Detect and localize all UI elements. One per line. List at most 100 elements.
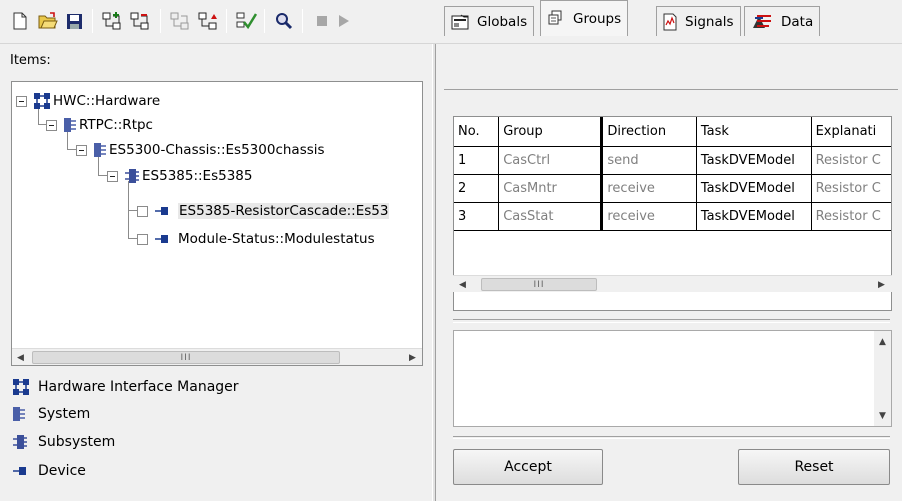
tree-node-es5300-chassis[interactable]: ES5300-Chassis::Es5300chassis bbox=[76, 139, 325, 161]
cell-direction[interactable]: send bbox=[601, 146, 697, 175]
tree-node-label: ES5385::Es5385 bbox=[142, 168, 253, 184]
grid-horizontal-scrollbar[interactable]: ◀ III ▶ bbox=[453, 275, 892, 292]
table-row[interactable]: 3 CasStat receive TaskDVEModel Resistor … bbox=[454, 202, 891, 231]
reset-button-label: Reset bbox=[794, 459, 834, 475]
cell-task[interactable]: TaskDVEModel bbox=[696, 202, 812, 231]
tree-node-label: Module-Status::Modulestatus bbox=[178, 231, 375, 247]
tab-signals[interactable]: Signals bbox=[656, 6, 741, 36]
new-icon[interactable] bbox=[8, 10, 32, 32]
hardware-interface-manager-icon bbox=[33, 92, 51, 110]
tab-globals[interactable]: Globals bbox=[444, 6, 535, 36]
collapse-toggle[interactable] bbox=[76, 144, 87, 156]
tab-data[interactable]: Data bbox=[744, 6, 821, 36]
scroll-right-icon[interactable]: ▶ bbox=[404, 349, 421, 365]
save-icon[interactable] bbox=[62, 10, 86, 32]
cell-direction[interactable]: receive bbox=[601, 174, 697, 203]
cell-explanation[interactable]: Resistor C bbox=[811, 146, 891, 175]
scroll-left-icon[interactable]: ◀ bbox=[12, 349, 29, 365]
subsystem-icon bbox=[12, 434, 32, 450]
legend-label: Hardware Interface Manager bbox=[38, 379, 239, 395]
cell-task[interactable]: TaskDVEModel bbox=[696, 146, 812, 175]
remove-group-icon[interactable] bbox=[128, 10, 152, 32]
check-icon[interactable] bbox=[234, 10, 258, 32]
search-icon[interactable] bbox=[272, 10, 296, 32]
explanation-text-area[interactable]: ▲ ▼ bbox=[453, 330, 892, 427]
tree-node-module-status[interactable]: Module-Status::Modulestatus bbox=[137, 228, 375, 250]
scroll-thumb[interactable]: III bbox=[32, 351, 340, 364]
tree-node-label: ES5300-Chassis::Es5300chassis bbox=[109, 142, 325, 158]
items-tree[interactable]: HWC::Hardware RTPC::Rtpc ES5300-Chassis:… bbox=[11, 81, 423, 366]
open-icon[interactable] bbox=[36, 10, 60, 32]
hardware-interface-manager-icon bbox=[12, 378, 32, 396]
cell-explanation[interactable]: Resistor C bbox=[811, 202, 891, 231]
legend-label: Subsystem bbox=[38, 434, 116, 450]
cell-group[interactable]: CasStat bbox=[498, 202, 604, 231]
vertical-scrollbar[interactable]: ▲ ▼ bbox=[874, 331, 891, 426]
tab-groups[interactable]: Groups bbox=[540, 0, 629, 36]
system-icon bbox=[12, 406, 32, 422]
collapse-toggle[interactable] bbox=[107, 170, 118, 182]
column-header-no[interactable]: No. bbox=[454, 117, 500, 147]
signals-icon bbox=[663, 13, 677, 31]
accept-button[interactable]: Accept bbox=[453, 449, 603, 485]
column-header-explanation[interactable]: Explanati bbox=[811, 117, 891, 147]
groups-icon bbox=[547, 10, 565, 28]
device-icon bbox=[154, 205, 170, 217]
tab-label: Globals bbox=[477, 13, 528, 30]
legend-system: System bbox=[12, 406, 90, 422]
device-icon bbox=[12, 465, 32, 477]
tree-node-hwc-hardware[interactable]: HWC::Hardware bbox=[16, 90, 160, 112]
tree-node-label: ES5385-ResistorCascade::Es53 bbox=[178, 203, 390, 219]
cell-explanation[interactable]: Resistor C bbox=[811, 174, 891, 203]
stop-icon[interactable] bbox=[310, 10, 334, 32]
column-header-group[interactable]: Group bbox=[498, 117, 604, 147]
table-row[interactable]: 1 CasCtrl send TaskDVEModel Resistor C bbox=[454, 146, 891, 175]
tree-node-resistor-cascade[interactable]: ES5385-ResistorCascade::Es53 bbox=[137, 200, 390, 222]
tree-node-rtpc[interactable]: RTPC::Rtpc bbox=[46, 114, 153, 136]
scroll-up-icon[interactable]: ▲ bbox=[874, 333, 891, 350]
collapse-toggle[interactable] bbox=[46, 119, 57, 131]
subsystem-icon bbox=[124, 168, 140, 184]
tree-node-es5385[interactable]: ES5385::Es5385 bbox=[107, 165, 252, 187]
divider bbox=[453, 436, 890, 439]
tree-horizontal-scrollbar[interactable]: ◀ III ▶ bbox=[12, 348, 422, 365]
legend-subsystem: Subsystem bbox=[12, 434, 115, 450]
scroll-left-icon[interactable]: ◀ bbox=[454, 276, 471, 293]
device-icon bbox=[154, 233, 170, 245]
scroll-thumb[interactable]: III bbox=[481, 278, 597, 291]
splitter[interactable] bbox=[432, 44, 436, 501]
legend-label: System bbox=[38, 406, 91, 422]
globals-icon bbox=[451, 14, 469, 30]
scroll-down-icon[interactable]: ▼ bbox=[874, 407, 891, 424]
play-icon[interactable] bbox=[332, 10, 356, 32]
collapse-toggle[interactable] bbox=[16, 95, 27, 107]
reset-button[interactable]: Reset bbox=[738, 449, 890, 485]
tab-label: Signals bbox=[685, 13, 734, 30]
column-header-task[interactable]: Task bbox=[696, 117, 812, 147]
system-icon bbox=[63, 117, 77, 133]
import-icon[interactable] bbox=[168, 10, 192, 32]
cell-group[interactable]: CasCtrl bbox=[498, 146, 604, 175]
leaf-box bbox=[137, 205, 148, 217]
cell-task[interactable]: TaskDVEModel bbox=[696, 174, 812, 203]
table-row[interactable]: 2 CasMntr receive TaskDVEModel Resistor … bbox=[454, 174, 891, 203]
grid-header-row: No. Group Direction Task Explanati bbox=[454, 117, 891, 147]
cell-no[interactable]: 1 bbox=[454, 146, 500, 175]
legend-hardware-interface-manager: Hardware Interface Manager bbox=[12, 378, 239, 396]
leaf-box bbox=[137, 233, 148, 245]
divider bbox=[453, 319, 890, 323]
legend-label: Device bbox=[38, 463, 86, 479]
export-icon[interactable] bbox=[196, 10, 220, 32]
cell-direction[interactable]: receive bbox=[601, 202, 697, 231]
cell-group[interactable]: CasMntr bbox=[498, 174, 604, 203]
data-icon bbox=[751, 13, 773, 31]
legend-device: Device bbox=[12, 463, 86, 479]
column-header-direction[interactable]: Direction bbox=[601, 117, 697, 147]
add-group-icon[interactable] bbox=[100, 10, 124, 32]
accept-button-label: Accept bbox=[504, 459, 552, 475]
items-label: Items: bbox=[10, 53, 51, 68]
cell-no[interactable]: 2 bbox=[454, 174, 500, 203]
scroll-right-icon[interactable]: ▶ bbox=[873, 276, 890, 293]
tree-node-label: RTPC::Rtpc bbox=[79, 117, 153, 133]
cell-no[interactable]: 3 bbox=[454, 202, 500, 231]
